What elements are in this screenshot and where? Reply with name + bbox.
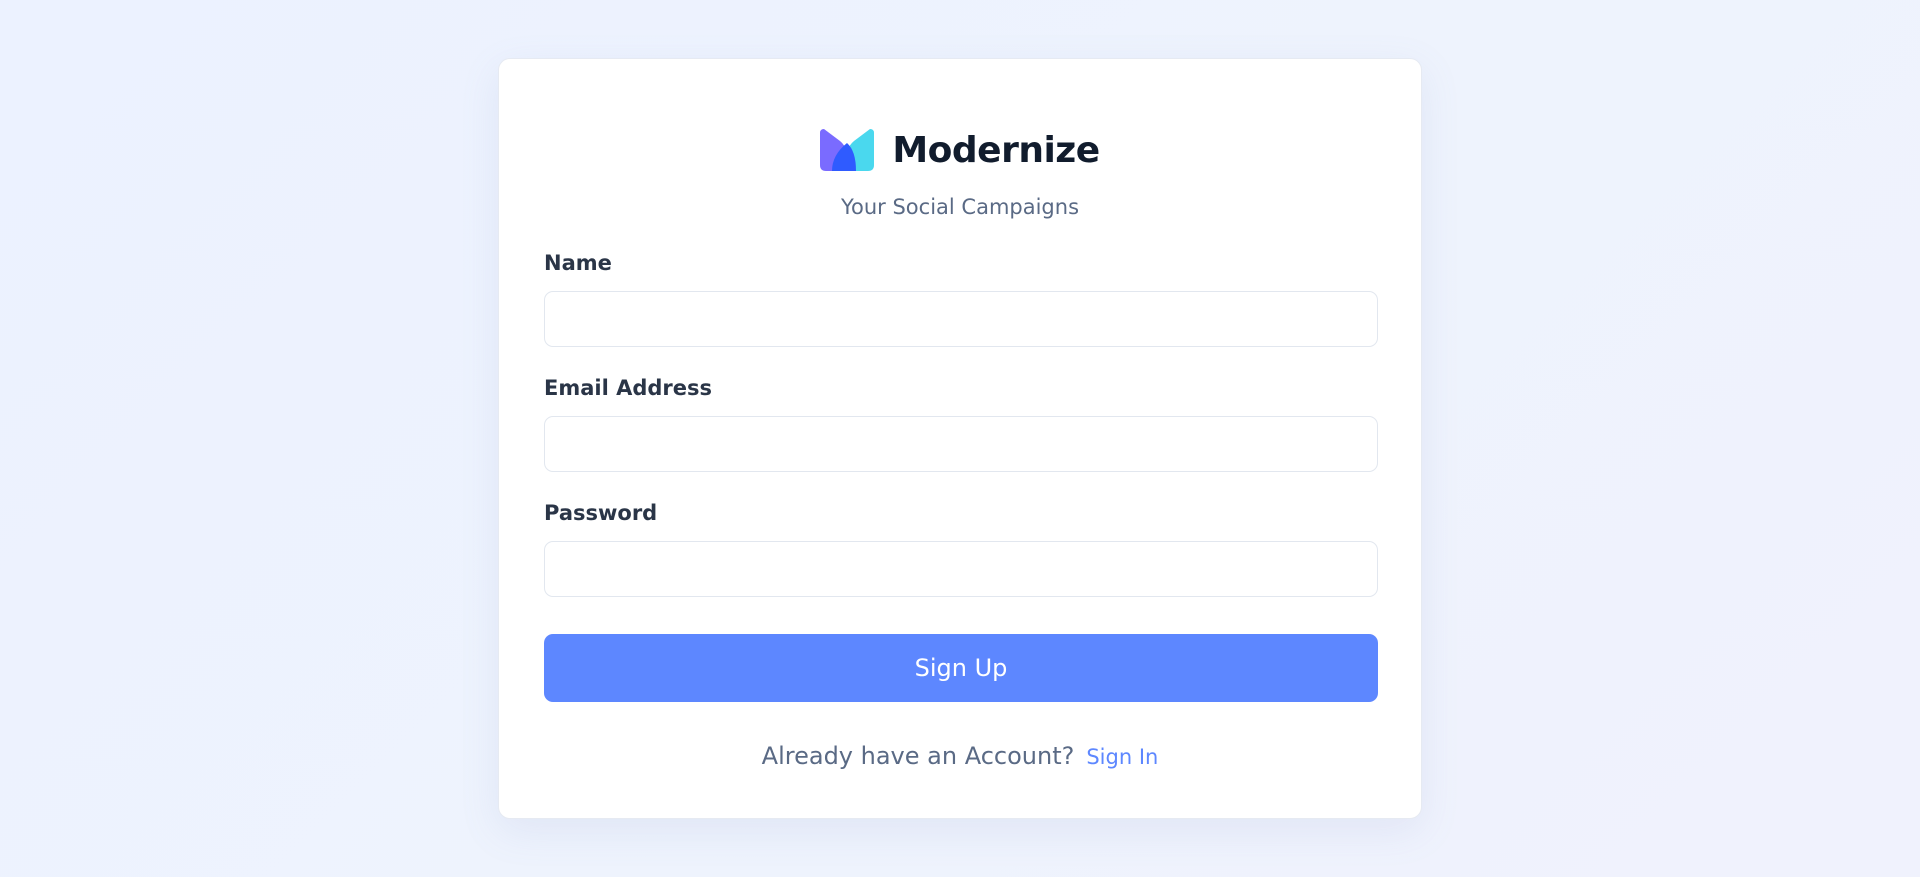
email-label: Email Address bbox=[544, 376, 713, 400]
brand-tagline: Your Social Campaigns bbox=[840, 195, 1080, 219]
name-label: Name bbox=[544, 251, 612, 275]
brand-name: Modernize bbox=[892, 129, 1100, 171]
sign-up-button[interactable]: Sign Up bbox=[544, 634, 1378, 702]
modernize-logo-icon bbox=[820, 129, 875, 171]
password-input[interactable] bbox=[544, 541, 1378, 597]
signin-prompt: Already have an Account? Sign In bbox=[499, 742, 1421, 770]
name-input[interactable] bbox=[544, 291, 1378, 347]
brand-header: Modernize bbox=[499, 125, 1421, 175]
password-label: Password bbox=[544, 501, 658, 525]
sign-in-link[interactable]: Sign In bbox=[1086, 745, 1158, 769]
email-input[interactable] bbox=[544, 416, 1378, 472]
account-question-text: Already have an Account? bbox=[761, 742, 1075, 770]
signup-card: Modernize Your Social Campaigns Name Ema… bbox=[498, 58, 1422, 819]
